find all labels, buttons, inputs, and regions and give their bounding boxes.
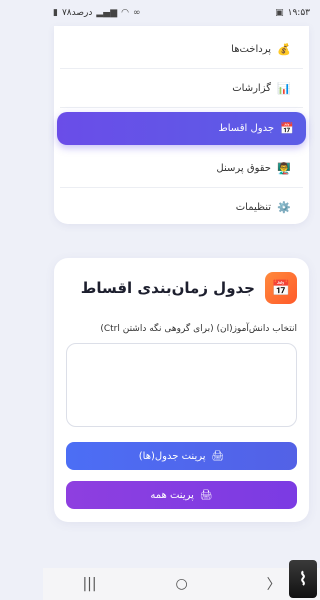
print-all-label: پرینت همه <box>150 489 194 501</box>
status-bar: ▮ ۷۸درصد ▂▄▆ ◠ ∞ ▣ ۱۹:۵۳ <box>43 0 320 26</box>
back-button[interactable]: 〉 <box>267 574 281 594</box>
page-title: جدول زمان‌بندی اقساط <box>80 279 255 297</box>
gear-icon: ⚙️ <box>277 201 291 214</box>
status-left: ▮ ۷۸درصد ▂▄▆ ◠ ∞ <box>53 8 140 18</box>
status-right: ▣ ۱۹:۵۳ <box>275 8 310 18</box>
menu-item-label: حقوق پرسنل <box>216 162 271 174</box>
battery-text: ۷۸درصد <box>61 8 93 18</box>
teacher-icon: 👨‍🏫 <box>277 161 291 175</box>
menu-item-salaries[interactable]: 👨‍🏫 حقوق پرسنل <box>60 149 303 188</box>
menu-item-settings[interactable]: ⚙️ تنظیمات <box>60 188 303 227</box>
home-button[interactable]: ○ <box>175 576 187 592</box>
money-bag-icon: 💰 <box>277 42 291 56</box>
wifi-icon: ◠ <box>121 8 129 18</box>
menu-item-payments[interactable]: 💰 پرداخت‌ها <box>60 30 303 69</box>
menu-item-label: پرداخت‌ها <box>231 43 271 55</box>
student-multiselect[interactable] <box>66 343 297 427</box>
vpn-icon: ∞ <box>132 8 141 18</box>
signal-icon: ▂▄▆ <box>96 8 118 18</box>
system-nav-bar: ||| ○ 〉 <box>43 568 320 600</box>
student-select-label: انتخاب دانش‌آموز(ان) (برای گروهی نگه داش… <box>100 324 297 334</box>
clock: ۱۹:۵۳ <box>287 8 310 18</box>
store-logo: ⌇ <box>289 560 317 598</box>
battery-icon: ▮ <box>53 8 58 18</box>
bar-chart-icon: 📊 <box>277 81 291 95</box>
print-tables-label: پرینت جدول(ها) <box>138 450 206 462</box>
schedule-card: 📅 جدول زمان‌بندی اقساط انتخاب دانش‌آموز(… <box>54 258 309 522</box>
calendar-icon: 📅 <box>280 122 294 135</box>
print-tables-button[interactable]: 🖨 پرینت جدول(ها) <box>66 442 297 470</box>
menu-item-reports[interactable]: 📊 گزارشات <box>60 69 303 108</box>
side-menu: 💰 پرداخت‌ها 📊 گزارشات 📅 جدول اقساط 👨‍🏫 ح… <box>54 26 309 224</box>
card-header: 📅 جدول زمان‌بندی اقساط <box>66 272 297 304</box>
menu-item-label: جدول اقساط <box>218 123 274 134</box>
menu-item-label: گزارشات <box>232 82 271 94</box>
menu-item-label: تنظیمات <box>235 202 271 213</box>
menu-item-installments[interactable]: 📅 جدول اقساط <box>57 112 306 145</box>
recent-apps-button[interactable]: ||| <box>82 576 96 592</box>
printer-icon: 🖨 <box>211 450 225 462</box>
print-all-button[interactable]: 🖨 پرینت همه <box>66 481 297 509</box>
printer-icon: 🖨 <box>199 489 213 501</box>
gallery-icon: ▣ <box>275 8 284 18</box>
calendar-icon: 📅 <box>265 272 297 304</box>
